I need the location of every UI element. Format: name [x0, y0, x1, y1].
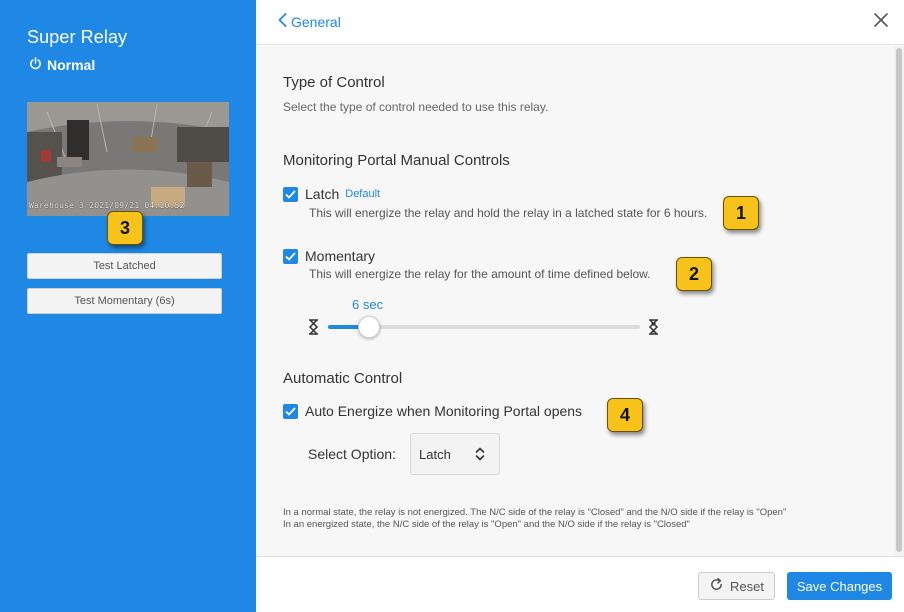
momentary-checkbox[interactable]	[283, 248, 298, 264]
slider-value: 6 sec	[352, 297, 384, 312]
latch-option: Latch Default	[283, 186, 380, 202]
type-of-control-subtitle: Select the type of control needed to use…	[283, 100, 549, 114]
momentary-description: This will energize the relay for the amo…	[309, 267, 651, 281]
back-link-label: General	[291, 13, 341, 30]
settings-footer: Reset Save Changes	[256, 556, 904, 612]
callout-badge-2: 2	[676, 257, 712, 291]
content-scrollbar[interactable]	[894, 46, 904, 556]
default-tag: Default	[345, 188, 381, 200]
auto-energize-select[interactable]: Latch	[410, 433, 500, 475]
momentary-option: Momentary	[283, 248, 375, 264]
select-option-label: Select Option:	[308, 446, 396, 462]
auto-energize-option: Auto Energize when Monitoring Portal ope…	[283, 403, 582, 419]
callout-badge-4: 4	[607, 398, 643, 432]
save-changes-button[interactable]: Save Changes	[787, 572, 892, 600]
test-latched-button[interactable]: Test Latched	[27, 253, 222, 279]
latch-checkbox[interactable]	[283, 186, 298, 202]
normal-state-note: In a normal state, the relay is not ener…	[283, 507, 787, 518]
chevron-up-down-icon	[475, 446, 485, 465]
callout-badge-1: 1	[723, 196, 759, 230]
scrollbar-thumb[interactable]	[896, 48, 902, 552]
momentary-label: Momentary	[305, 248, 376, 264]
reset-label: Reset	[730, 578, 764, 594]
auto-energize-checkbox[interactable]	[283, 403, 298, 419]
hourglass-full-icon	[648, 319, 659, 340]
close-icon[interactable]	[874, 13, 888, 32]
device-status: Normal	[29, 57, 95, 73]
device-status-label: Normal	[47, 57, 96, 73]
device-sidebar: Super Relay Normal Warehouse 3 2021/09/2…	[0, 0, 256, 612]
chevron-left-icon	[278, 13, 287, 30]
camera-snapshot[interactable]: Warehouse 3 2021/09/21 04:10:52	[27, 102, 229, 216]
test-momentary-button[interactable]: Test Momentary (6s)	[27, 288, 222, 314]
latch-label: Latch	[305, 186, 340, 202]
device-name: Super Relay	[27, 27, 128, 47]
reset-icon	[709, 577, 724, 595]
type-of-control-title: Type of Control	[283, 74, 385, 91]
latch-description: This will energize the relay and hold th…	[309, 206, 708, 220]
reset-button[interactable]: Reset	[698, 572, 775, 600]
back-to-general-link[interactable]: General	[278, 13, 341, 30]
auto-energize-label: Auto Energize when Monitoring Portal ope…	[305, 403, 583, 419]
manual-controls-title: Monitoring Portal Manual Controls	[283, 152, 510, 169]
callout-badge-3: 3	[107, 211, 143, 245]
automatic-control-title: Automatic Control	[283, 370, 403, 387]
settings-header: General	[256, 0, 904, 45]
power-icon	[29, 57, 42, 73]
duration-slider-thumb[interactable]	[357, 316, 380, 338]
energized-state-note: In an energized state, the N/C side of t…	[283, 519, 690, 530]
hourglass-empty-icon	[308, 319, 319, 340]
camera-timestamp: Warehouse 3 2021/09/21 04:10:52	[29, 201, 185, 210]
select-value: Latch	[419, 446, 451, 462]
relay-settings-panel: Type of Control Select the type of contr…	[256, 46, 894, 556]
